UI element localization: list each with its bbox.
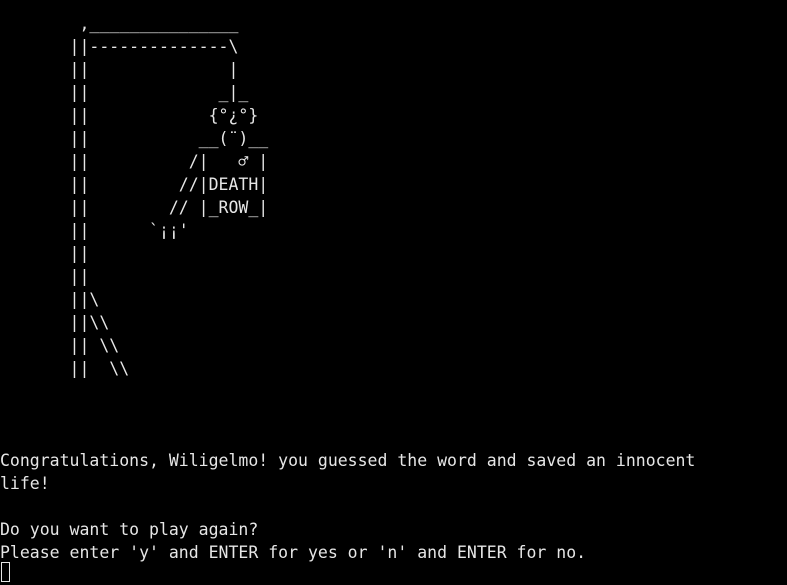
hangman-art-line: ||--------------\ [0,37,239,56]
hangman-art-line: || _|_ [0,83,249,102]
hangman-art-line: || [0,244,90,263]
hangman-art-line: ||\\ [0,313,110,332]
hangman-art-line: || {°¿°} [0,106,259,125]
hangman-art-line: || //|DEATH| [0,175,269,194]
congratulations-message-continued: life! [0,474,50,493]
hangman-art-line: || // |_ROW_| [0,198,269,217]
hangman-art-line: || \\ [0,359,130,378]
hangman-art-line: ,_______________ [0,14,239,33]
congratulations-message: Congratulations, Wiligelmo! you guessed … [0,451,696,470]
hangman-art-line: || `¡¡' [0,221,189,240]
hangman-art-line: || \\ [0,336,120,355]
hangman-art-line: || __(¨)__ [0,129,269,148]
hangman-art-line: || | [0,60,239,79]
hangman-art-line: || /| ♂ | [0,152,269,171]
input-cursor[interactable] [1,562,10,582]
terminal-window[interactable]: ,_______________ ||--------------\ || | … [0,0,787,585]
play-again-question: Do you want to play again? [0,520,259,539]
hangman-art-line: || [0,267,90,286]
hangman-art-line: ||\ [0,290,100,309]
play-again-instructions: Please enter 'y' and ENTER for yes or 'n… [0,543,587,562]
